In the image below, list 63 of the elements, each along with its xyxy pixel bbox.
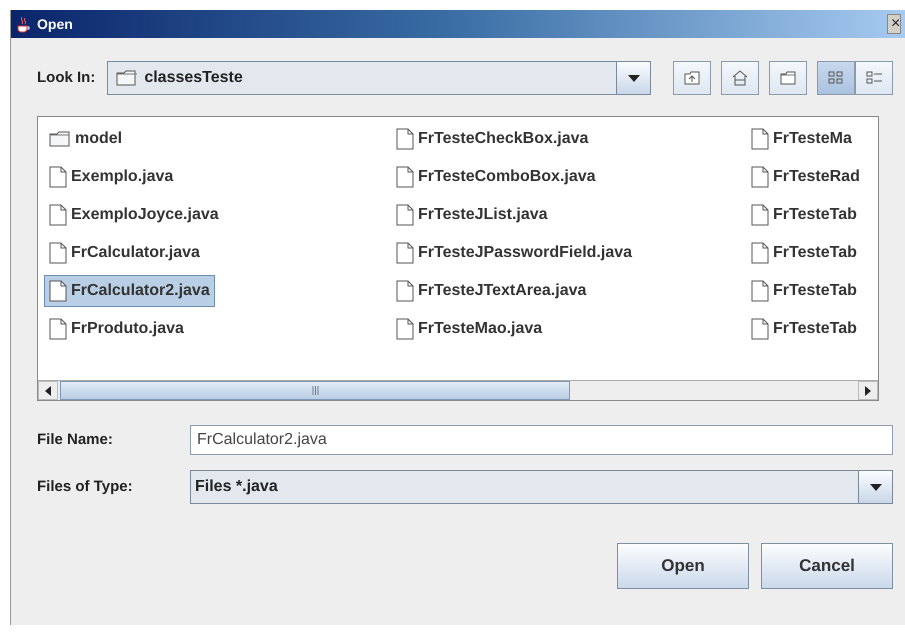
java-cup-icon — [15, 15, 31, 33]
file-icon — [396, 166, 414, 188]
file-icon — [751, 204, 769, 226]
file-icon — [396, 280, 414, 302]
file-item[interactable]: FrCalculator.java — [44, 237, 205, 269]
file-name-label: File Name: — [37, 430, 114, 450]
file-item[interactable]: model — [44, 123, 128, 155]
file-item[interactable]: Exemplo.java — [44, 161, 178, 193]
folder-icon — [779, 69, 797, 87]
home-icon — [731, 69, 749, 87]
file-icon — [751, 280, 769, 302]
up-folder-button[interactable] — [673, 61, 711, 95]
file-type-combo[interactable]: Files *.java — [190, 470, 893, 504]
up-folder-icon — [683, 69, 701, 87]
dropdown-arrow-icon — [870, 484, 882, 490]
file-item[interactable]: FrTesteMao.java — [391, 313, 548, 345]
file-item[interactable]: FrTesteComboBox.java — [391, 161, 601, 193]
file-item[interactable]: FrCalculator2.java — [44, 275, 215, 307]
look-in-combo[interactable]: classesTeste — [107, 61, 651, 95]
file-item[interactable]: FrTesteTab — [746, 275, 862, 307]
file-icon — [751, 166, 769, 188]
grip-icon — [312, 386, 318, 395]
file-item[interactable]: FrTesteJPasswordField.java — [391, 237, 638, 269]
file-icon — [751, 318, 769, 340]
file-icon — [49, 242, 67, 264]
file-icon — [751, 242, 769, 264]
file-item[interactable]: FrTesteTab — [746, 237, 862, 269]
file-item[interactable]: FrTesteTab — [746, 199, 862, 231]
folder-icon — [49, 130, 71, 148]
file-item[interactable]: FrTesteJList.java — [391, 199, 553, 231]
file-icon — [49, 318, 67, 340]
file-icon — [49, 166, 67, 188]
file-icon — [49, 280, 67, 302]
list-view-button[interactable] — [817, 61, 855, 95]
file-icon — [396, 128, 414, 150]
look-in-label: Look In: — [37, 68, 96, 88]
details-view-button[interactable] — [855, 61, 893, 95]
file-type-label: Files of Type: — [37, 476, 134, 497]
cancel-button[interactable]: Cancel — [761, 543, 893, 589]
file-name-field[interactable]: FrCalculator2.java — [190, 425, 893, 455]
file-icon — [751, 128, 769, 150]
file-item[interactable]: FrTesteTab — [746, 313, 862, 345]
file-icon — [396, 204, 414, 226]
close-button[interactable]: × — [887, 14, 901, 34]
file-icon — [49, 204, 67, 226]
file-item[interactable]: ExemploJoyce.java — [44, 199, 224, 231]
open-button[interactable]: Open — [617, 543, 749, 589]
file-item[interactable]: FrProduto.java — [44, 313, 189, 345]
home-button[interactable] — [721, 61, 759, 95]
file-item[interactable]: FrTesteRad — [746, 161, 865, 193]
file-item[interactable]: FrTesteJTextArea.java — [391, 275, 592, 307]
folder-icon — [116, 70, 138, 86]
folder-button[interactable] — [769, 61, 807, 95]
window-title: Open — [37, 14, 73, 34]
dropdown-arrow-icon — [628, 74, 640, 82]
file-item[interactable]: FrTesteCheckBox.java — [391, 123, 594, 155]
file-icon — [396, 318, 414, 340]
scrollbar-thumb[interactable] — [60, 381, 570, 400]
file-icon — [396, 242, 414, 264]
scroll-right-icon — [865, 386, 871, 396]
file-item[interactable]: FrTesteMa — [746, 123, 857, 155]
scroll-left-icon — [45, 386, 51, 396]
horizontal-scrollbar[interactable] — [38, 380, 878, 400]
